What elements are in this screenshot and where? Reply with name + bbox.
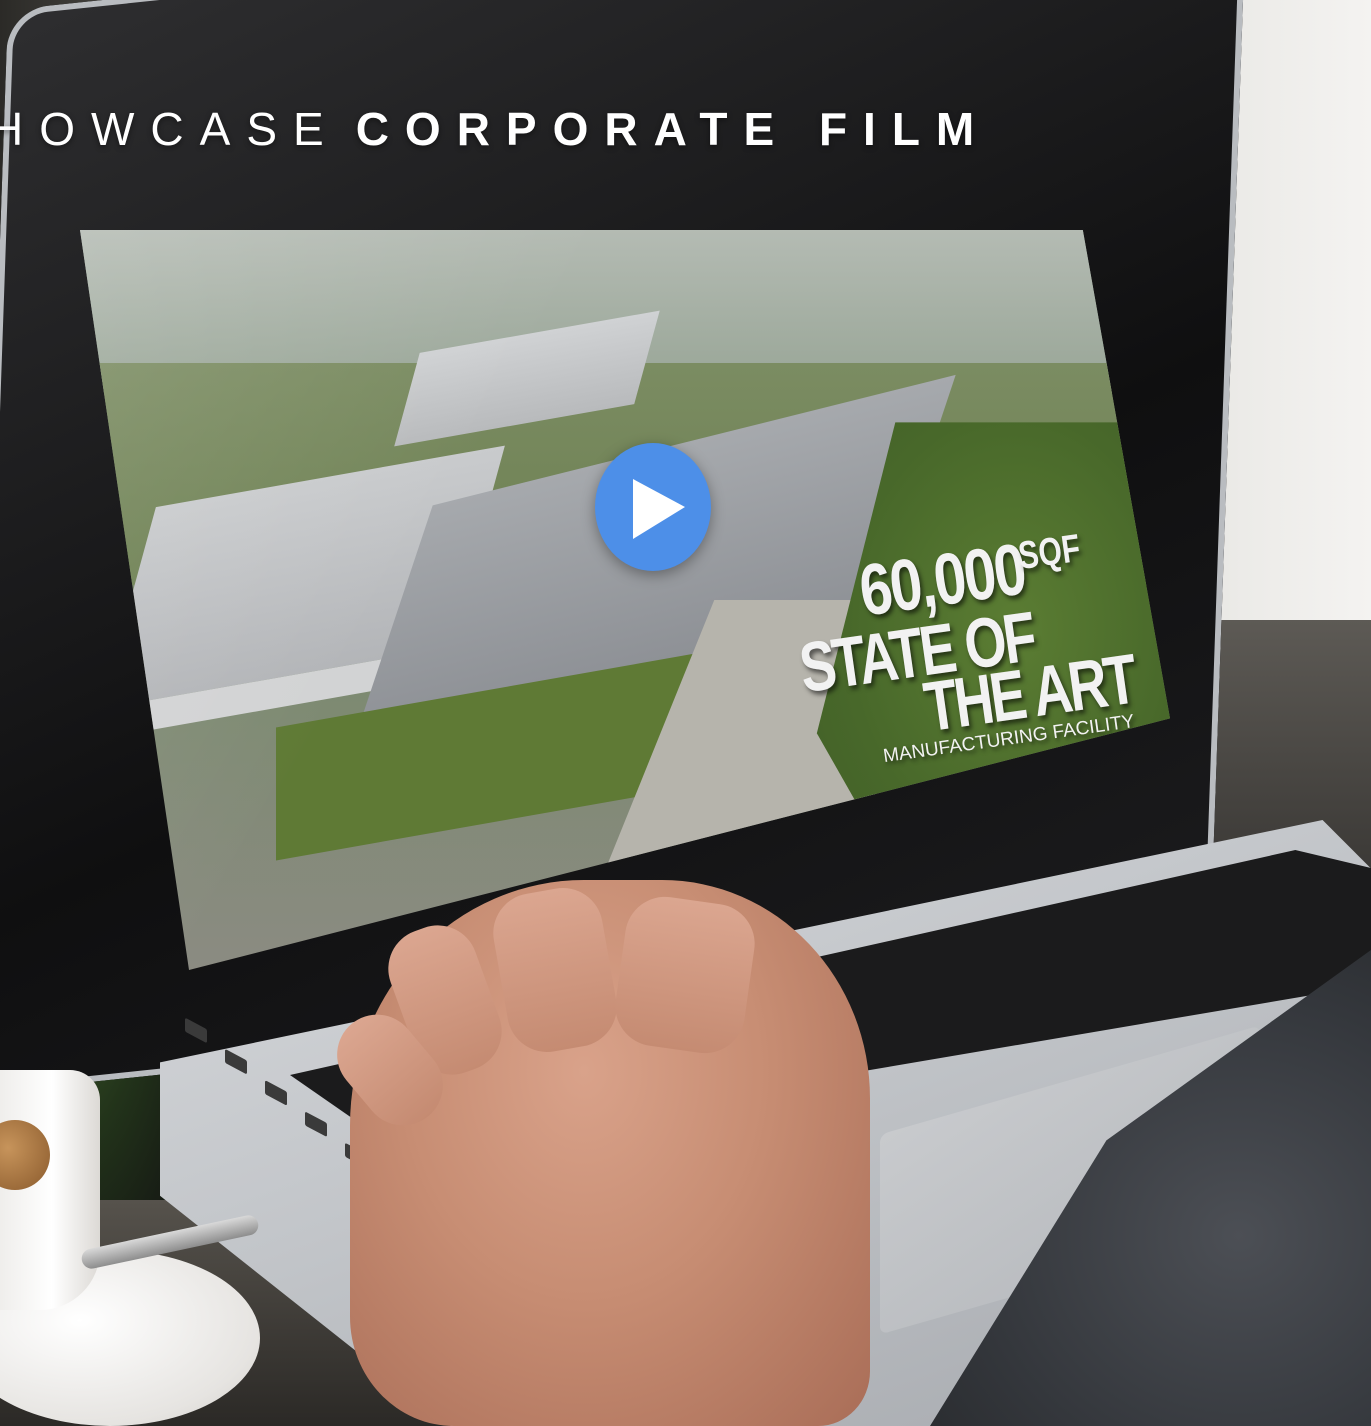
finger [610, 891, 760, 1059]
title-bold: CORPORATE FILM [355, 103, 991, 155]
play-button[interactable] [595, 443, 711, 571]
usb-port [225, 1048, 247, 1075]
page-title: HOWCASE CORPORATE FILM [0, 102, 990, 156]
usb-port [305, 1111, 327, 1138]
coffee-cup [0, 1070, 100, 1310]
play-triangle-icon [633, 479, 685, 539]
usb-port [265, 1080, 287, 1106]
overlay-unit: SQF [1015, 527, 1083, 579]
title-light: HOWCASE [0, 103, 340, 155]
usb-port [185, 1017, 207, 1044]
scene: 60,000 SQF STATE OF THE ART MANUFACTURIN… [0, 0, 1371, 1426]
